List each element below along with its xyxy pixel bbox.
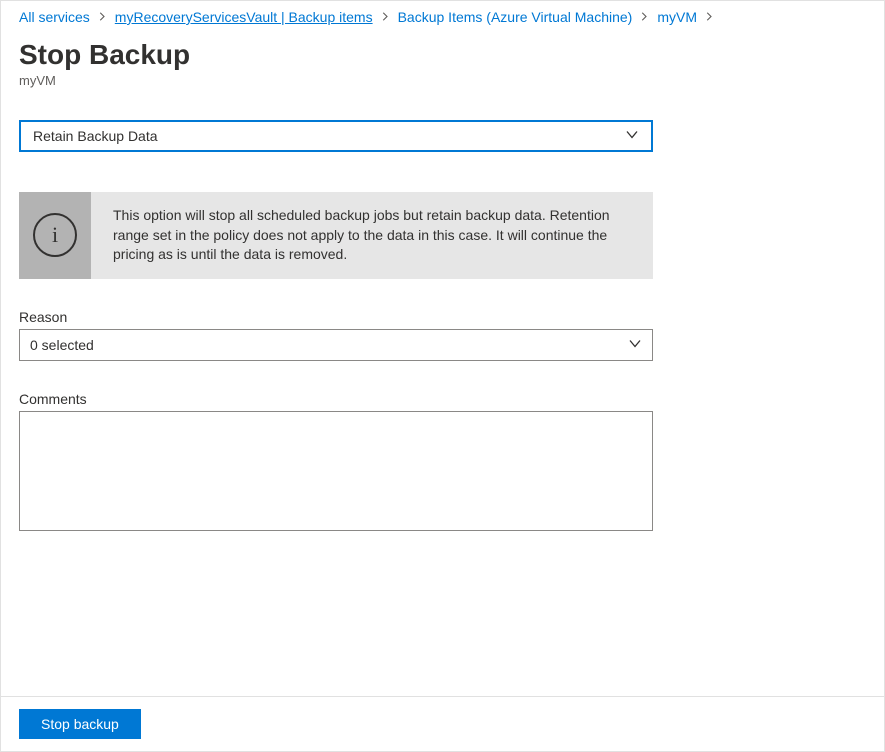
reason-label: Reason [19,309,866,325]
chevron-right-icon [640,10,649,24]
breadcrumb-item-all-services[interactable]: All services [19,9,90,25]
info-icon: i [33,213,77,257]
chevron-right-icon [381,10,390,24]
footer: Stop backup [1,696,884,751]
comments-label: Comments [19,391,866,407]
main-content: Retain Backup Data i This option will st… [1,102,884,552]
page-title: Stop Backup [19,39,866,71]
chevron-down-icon [625,128,639,145]
breadcrumb-item-myvm[interactable]: myVM [657,9,697,25]
comments-section: Comments [19,391,866,534]
reason-section: Reason 0 selected [19,309,866,361]
backup-option-select[interactable]: Retain Backup Data [19,120,653,152]
chevron-right-icon [705,10,714,24]
chevron-down-icon [628,336,642,353]
chevron-right-icon [98,10,107,24]
breadcrumb-item-vault[interactable]: myRecoveryServicesVault | Backup items [115,9,373,25]
page-header: Stop Backup myVM [1,29,884,102]
breadcrumb-item-backup-items[interactable]: Backup Items (Azure Virtual Machine) [398,9,633,25]
reason-value: 0 selected [30,337,94,353]
reason-select[interactable]: 0 selected [19,329,653,361]
breadcrumb: All services myRecoveryServicesVault | B… [1,1,884,29]
stop-backup-button[interactable]: Stop backup [19,709,141,739]
info-text: This option will stop all scheduled back… [91,192,653,279]
info-icon-column: i [19,192,91,279]
page-subtitle: myVM [19,73,866,88]
backup-option-value: Retain Backup Data [33,128,158,144]
info-banner: i This option will stop all scheduled ba… [19,192,653,279]
comments-textarea[interactable] [19,411,653,531]
